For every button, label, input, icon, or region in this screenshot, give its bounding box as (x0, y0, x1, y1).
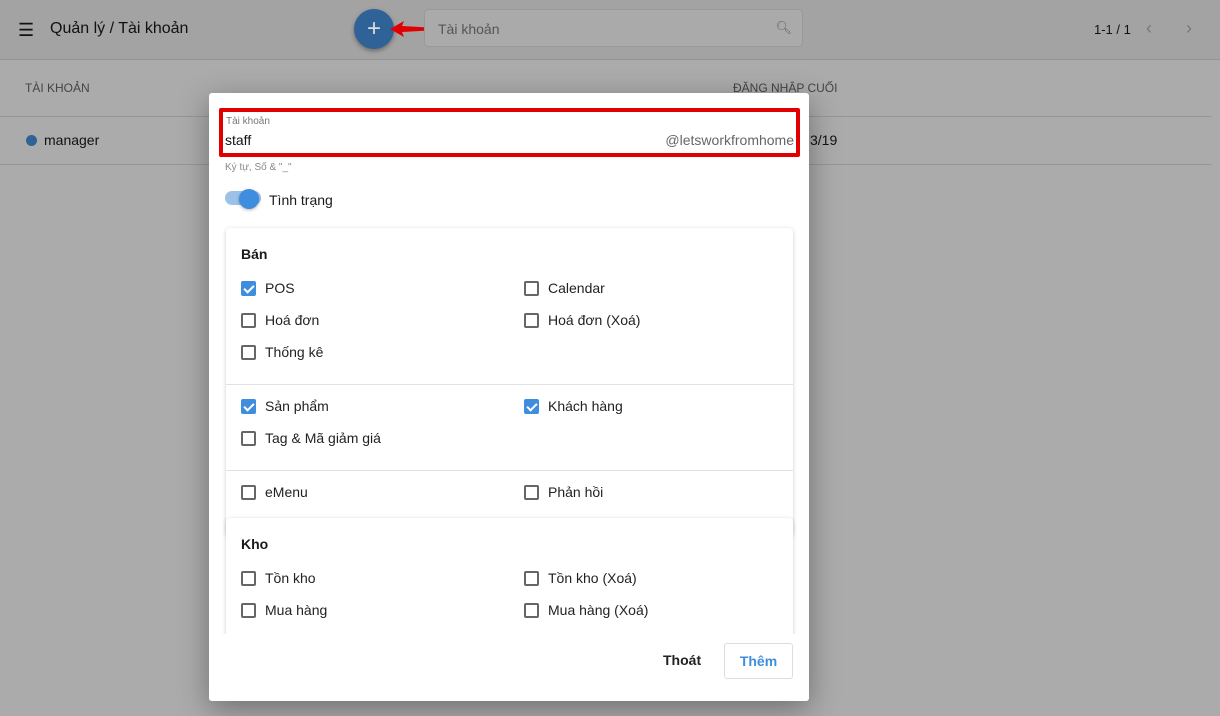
permission-label: Khách hàng (548, 398, 623, 414)
checkbox-unchecked-icon[interactable] (241, 484, 256, 500)
permission-label: Tag & Mã giảm giá (265, 430, 381, 446)
account-input[interactable]: staff (225, 132, 251, 148)
checkbox-unchecked-icon[interactable] (241, 602, 256, 618)
checkbox-checked-icon[interactable] (241, 280, 256, 296)
permission-checkbox[interactable]: eMenu (241, 484, 308, 500)
permission-label: Tồn kho (265, 570, 316, 586)
account-cell[interactable]: manager (44, 132, 99, 148)
search-input[interactable]: Tài khoản 🔍︎ (424, 9, 803, 47)
chevron-left-icon[interactable]: ‹ (1146, 18, 1152, 39)
permission-checkbox[interactable]: Sản phẩm (241, 398, 329, 414)
divider (226, 470, 793, 471)
account-field[interactable]: Tài khoản staff @letsworkfromhome (219, 108, 800, 157)
permission-checkbox[interactable]: Calendar (524, 280, 605, 296)
chevron-right-icon[interactable]: › (1186, 18, 1192, 39)
checkbox-unchecked-icon[interactable] (241, 312, 256, 328)
account-field-label: Tài khoản (226, 116, 270, 127)
permission-label: Mua hàng (265, 602, 328, 618)
permission-label: POS (265, 280, 295, 296)
permission-checkbox[interactable]: Hoá đơn (241, 312, 319, 328)
permission-checkbox[interactable]: Tag & Mã giảm giá (241, 430, 381, 446)
add-account-dialog: Tài khoản staff @letsworkfromhome Ký tự,… (209, 93, 809, 701)
submit-button[interactable]: Thêm (724, 643, 793, 679)
permission-label: Mua hàng (Xoá) (548, 602, 649, 618)
cancel-button[interactable]: Thoát (663, 652, 701, 668)
permission-label: Thống kê (265, 344, 324, 360)
search-icon: 🔍︎ (775, 20, 792, 35)
permission-checkbox[interactable]: POS (241, 280, 295, 296)
checkbox-checked-icon[interactable] (524, 398, 539, 414)
permission-label: eMenu (265, 484, 308, 500)
permission-checkbox[interactable]: Phản hồi (524, 484, 603, 500)
search-placeholder: Tài khoản (438, 21, 500, 37)
section-title: Kho (241, 536, 269, 552)
permission-checkbox[interactable]: Hoá đơn (Xoá) (524, 312, 640, 328)
checkbox-unchecked-icon[interactable] (241, 570, 256, 586)
permission-section-sales: Bán POS Calendar Hoá đơn Hoá đơn (Xoá) Thống … (226, 228, 793, 536)
permission-checkbox[interactable]: Tồn kho (Xoá) (524, 570, 637, 586)
permission-label: Sản phẩm (265, 398, 329, 414)
plus-icon: + (366, 15, 381, 42)
breadcrumb: Quản lý / Tài khoản (50, 20, 189, 37)
permission-label: Tồn kho (Xoá) (548, 570, 637, 586)
checkbox-unchecked-icon[interactable] (524, 602, 539, 618)
checkbox-unchecked-icon[interactable] (524, 570, 539, 586)
permission-label: Calendar (548, 280, 605, 296)
permission-checkbox[interactable]: Mua hàng (241, 602, 327, 618)
checkbox-checked-icon[interactable] (241, 398, 256, 414)
checkbox-unchecked-icon[interactable] (524, 312, 539, 328)
permission-checkbox[interactable]: Khách hàng (524, 398, 623, 414)
permission-label: Hoá đơn (265, 312, 320, 328)
status-label: Tình trạng (269, 192, 333, 208)
checkbox-unchecked-icon[interactable] (524, 280, 539, 296)
checkbox-unchecked-icon[interactable] (524, 484, 539, 500)
domain-suffix: @letsworkfromhome (665, 132, 794, 148)
section-title: Bán (241, 246, 268, 262)
permission-checkbox[interactable]: Tồn kho (241, 570, 316, 586)
checkbox-unchecked-icon[interactable] (241, 430, 256, 446)
last-login-cell: 3/19 (810, 132, 838, 148)
status-dot (26, 135, 37, 146)
menu-icon[interactable]: ☰ (18, 20, 34, 41)
permission-label: Hoá đơn (Xoá) (548, 312, 641, 328)
pagination-info: 1-1 / 1 (1094, 22, 1131, 37)
checkbox-unchecked-icon[interactable] (241, 344, 256, 360)
permission-checkbox[interactable]: Mua hàng (Xoá) (524, 602, 648, 618)
column-header-account[interactable]: TÀI KHOẢN (25, 81, 90, 95)
divider (226, 384, 793, 385)
permission-label: Phản hồi (548, 484, 604, 500)
permission-checkbox[interactable]: Thống kê (241, 344, 323, 360)
status-toggle-knob[interactable] (239, 189, 259, 209)
dialog-footer (209, 634, 809, 701)
field-hint: Ký tự, Số & "_" (225, 162, 292, 173)
